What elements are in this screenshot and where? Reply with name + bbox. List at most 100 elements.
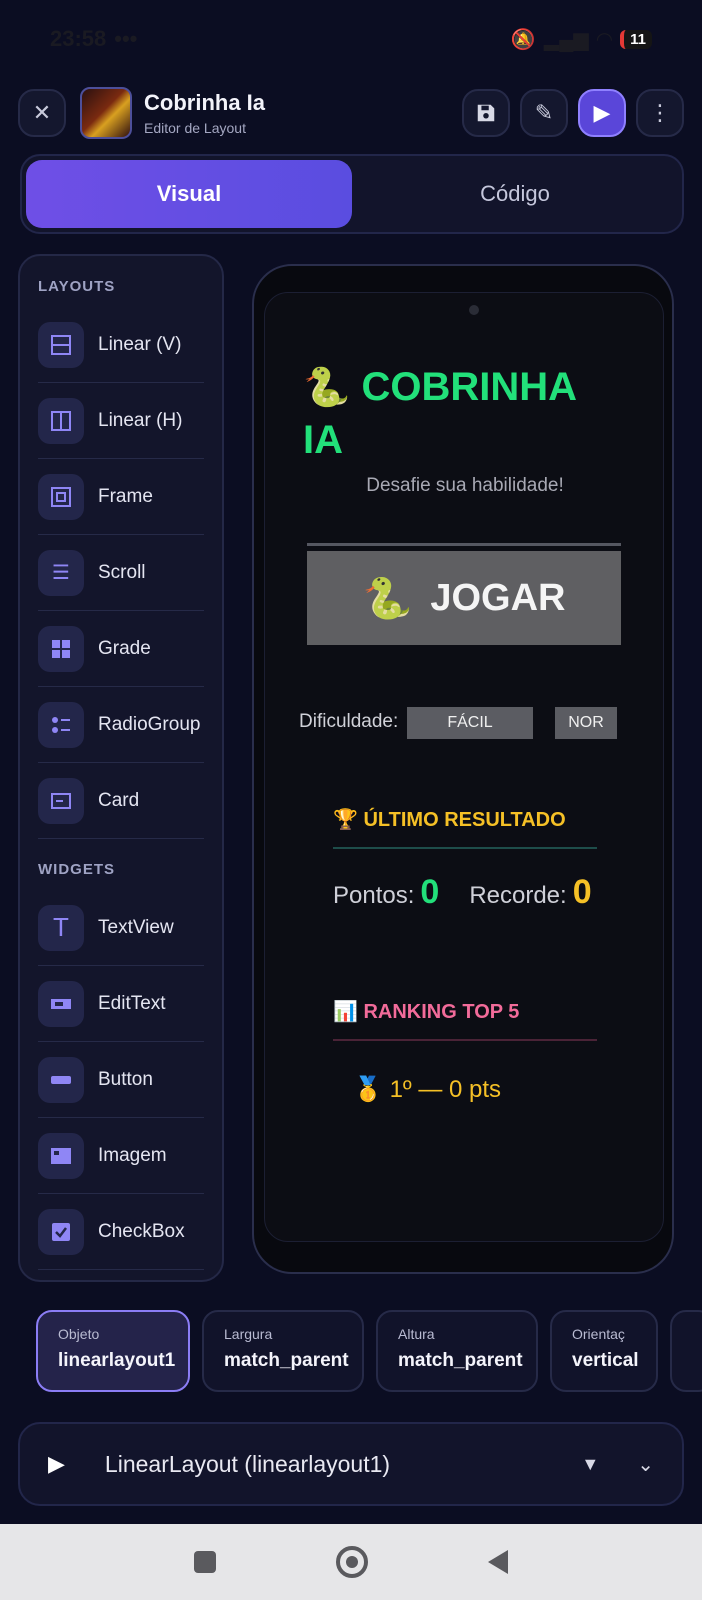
palette-item-scroll[interactable]: ☰ Scroll — [38, 535, 204, 611]
close-button[interactable]: ✕ — [18, 89, 66, 137]
home-button[interactable] — [336, 1546, 368, 1578]
status-bar: 23:58 ••• 🔕 ▂▄▆ ◠ 11 — [0, 0, 702, 78]
chevron-down-icon[interactable]: ⌄ — [637, 1452, 654, 1477]
palette-item-image[interactable]: Imagem — [38, 1118, 204, 1194]
preview-title[interactable]: 🐍 COBRINHA IA — [303, 361, 623, 466]
preview-play-button[interactable]: 🐍 JOGAR — [307, 551, 621, 645]
edit-button[interactable]: ✎ — [520, 89, 568, 137]
palette-item-button[interactable]: Button — [38, 1042, 204, 1118]
linear-vertical-icon — [38, 321, 84, 368]
wifi-icon: ◠ — [596, 28, 613, 51]
save-icon — [477, 104, 495, 122]
recents-button[interactable] — [194, 1551, 216, 1573]
record-value[interactable]: 0 — [573, 873, 592, 912]
ranking-title[interactable]: 📊 RANKING TOP 5 — [333, 999, 519, 1024]
component-palette: LAYOUTS Linear (V) Linear (H) Frame ☰ Sc… — [18, 254, 224, 1282]
status-notification-icons: ••• — [114, 26, 138, 51]
property-height[interactable]: Altura match_parent — [376, 1310, 538, 1392]
project-title: Cobrinha Ia — [144, 90, 266, 115]
app-thumbnail — [80, 87, 132, 139]
editor-header: ✕ Cobrinha Ia Editor de Layout ✎ ▶ ⋮ — [18, 86, 684, 140]
palette-item-label: Linear (H) — [98, 409, 183, 431]
play-button-label: JOGAR — [430, 576, 566, 619]
preview-screen[interactable]: 🐍 COBRINHA IA Desafie sua habilidade! 🐍 … — [264, 292, 664, 1242]
image-icon — [38, 1132, 84, 1179]
trophy-icon: 🏆 — [333, 809, 358, 831]
project-subtitle: Editor de Layout — [144, 120, 246, 136]
points-label[interactable]: Pontos: — [333, 882, 414, 910]
property-label: Objeto — [58, 1326, 100, 1342]
ranking-item-text: 1º — 0 pts — [389, 1076, 502, 1103]
save-button[interactable] — [462, 89, 510, 137]
ranking-item[interactable]: 🥇 1º — 0 pts — [353, 1075, 501, 1104]
last-result-title-text: ÚLTIMO RESULTADO — [363, 809, 566, 831]
checkbox-icon — [38, 1208, 84, 1255]
property-label: Largura — [224, 1326, 273, 1342]
device-preview: 🐍 COBRINHA IA Desafie sua habilidade! 🐍 … — [252, 264, 674, 1274]
linear-horizontal-icon — [38, 397, 84, 444]
edittext-icon — [38, 980, 84, 1027]
property-value: match_parent — [224, 1350, 349, 1371]
palette-item-linear-v[interactable]: Linear (V) — [38, 307, 204, 383]
palette-item-frame[interactable]: Frame — [38, 459, 204, 535]
palette-item-label: Imagem — [98, 1144, 167, 1166]
palette-item-label: EditText — [98, 992, 166, 1014]
palette-item-label: Card — [98, 789, 140, 811]
difficulty-normal-button[interactable]: NOR — [555, 707, 617, 739]
difficulty-label[interactable]: Dificuldade: — [299, 711, 398, 733]
run-button[interactable]: ▶ — [578, 89, 626, 137]
palette-item-checkbox[interactable]: CheckBox — [38, 1194, 204, 1270]
bar-chart-icon: 📊 — [333, 1001, 358, 1023]
pencil-icon: ✎ — [534, 100, 554, 125]
tab-visual[interactable]: Visual — [26, 160, 352, 228]
play-icon: ▶ — [593, 100, 611, 125]
palette-item-label: Button — [98, 1068, 153, 1090]
title-wrap: Cobrinha Ia Editor de Layout — [144, 90, 265, 136]
palette-item-grid[interactable]: Grade — [38, 611, 204, 687]
snake-icon: 🐍 — [303, 367, 351, 409]
property-value: linearlayout1 — [58, 1350, 176, 1371]
scroll-icon: ☰ — [38, 549, 84, 596]
record-label[interactable]: Recorde: — [469, 882, 566, 910]
frame-icon — [38, 473, 84, 520]
status-time: 23:58 — [50, 26, 107, 51]
back-button[interactable] — [488, 1550, 508, 1574]
last-result-title[interactable]: 🏆 ÚLTIMO RESULTADO — [333, 807, 566, 832]
points-value[interactable]: 0 — [420, 873, 439, 912]
textview-icon: T — [38, 904, 84, 951]
palette-item-linear-h[interactable]: Linear (H) — [38, 383, 204, 459]
card-icon — [38, 777, 84, 824]
palette-item-card[interactable]: Card — [38, 763, 204, 839]
preview-subtitle[interactable]: Desafie sua habilidade! — [265, 475, 663, 497]
status-left: 23:58 ••• — [50, 26, 137, 52]
palette-item-label: Grade — [98, 637, 151, 659]
palette-item-radiogroup[interactable]: RadioGroup — [38, 687, 204, 763]
property-value: vertical — [572, 1350, 639, 1371]
mode-tabs: Visual Código — [20, 154, 684, 234]
palette-item-label: Frame — [98, 485, 153, 507]
caret-down-icon[interactable]: ▼ — [581, 1454, 599, 1475]
selected-component: LinearLayout (linearlayout1) — [104, 1450, 391, 1477]
property-width[interactable]: Largura match_parent — [202, 1310, 364, 1392]
radiogroup-icon — [38, 701, 84, 748]
palette-item-label: Linear (V) — [98, 333, 182, 355]
palette-item-textview[interactable]: T TextView — [38, 890, 204, 966]
palette-item-label: RadioGroup — [98, 713, 201, 735]
more-button[interactable]: ⋮ — [636, 89, 684, 137]
property-more[interactable] — [670, 1310, 702, 1392]
property-object[interactable]: Objeto linearlayout1 — [36, 1310, 190, 1392]
expand-play-icon[interactable]: ▶ — [48, 1451, 65, 1477]
battery-icon: 11 — [620, 29, 652, 49]
preview-difficulty-row: Dificuldade: FÁCIL NOR — [265, 707, 663, 741]
property-orientation[interactable]: Orientaç vertical — [550, 1310, 658, 1392]
palette-item-edittext[interactable]: EditText — [38, 966, 204, 1042]
tab-code[interactable]: Código — [352, 160, 678, 228]
component-tree-bar[interactable]: ▶ LinearLayout (linearlayout1) ▼ ⌄ — [18, 1422, 684, 1506]
header-actions: ✎ ▶ ⋮ — [462, 89, 684, 137]
ranking-divider — [333, 1039, 597, 1041]
difficulty-easy-button[interactable]: FÁCIL — [407, 707, 533, 739]
property-label: Orientaç — [572, 1326, 625, 1342]
grid-icon — [38, 625, 84, 672]
palette-item-label: TextView — [98, 916, 174, 938]
layouts-section-title: LAYOUTS — [38, 278, 116, 295]
